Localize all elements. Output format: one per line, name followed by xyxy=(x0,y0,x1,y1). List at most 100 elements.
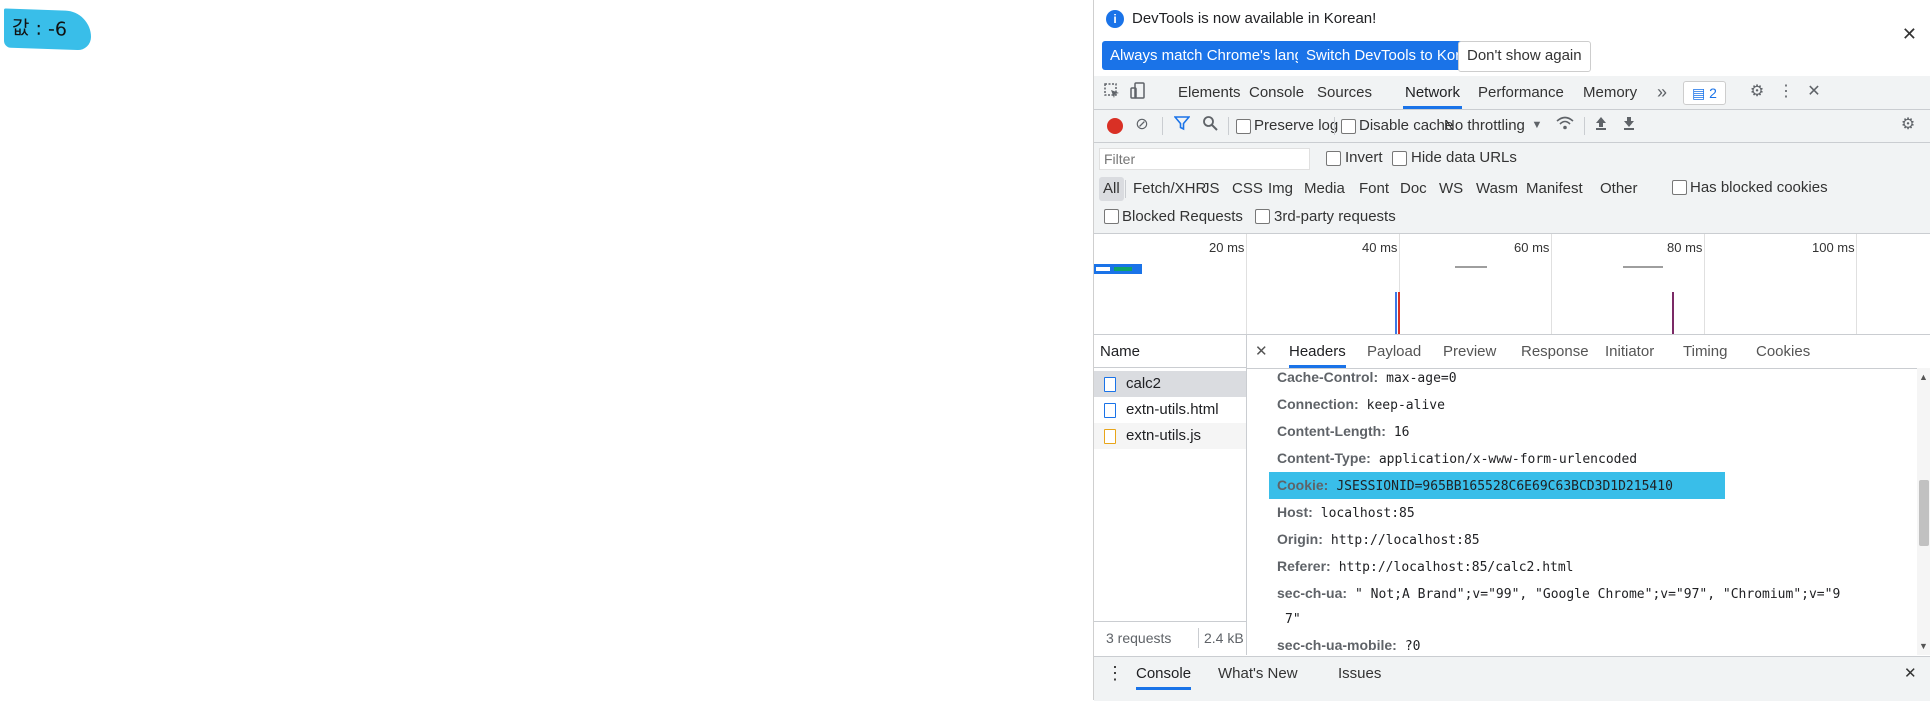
kebab-menu-icon[interactable]: ⋮ xyxy=(1776,82,1796,102)
timeline-tick-label: 40 ms xyxy=(1362,240,1398,255)
invert-label: Invert xyxy=(1345,149,1383,166)
preserve-log-checkbox[interactable] xyxy=(1236,119,1251,134)
blocked-requests-checkbox[interactable] xyxy=(1104,209,1119,224)
network-settings-gear-icon[interactable]: ⚙ xyxy=(1898,115,1918,135)
request-details: ✕ Headers Payload Preview Response Initi… xyxy=(1247,335,1930,655)
timeline-request-bar xyxy=(1114,267,1132,271)
header-row: Connection: keep-alive xyxy=(1277,396,1445,413)
disable-cache-checkbox[interactable] xyxy=(1341,119,1356,134)
close-icon[interactable]: ✕ xyxy=(1902,24,1917,45)
info-icon: i xyxy=(1106,10,1124,28)
toolbar-separator xyxy=(1228,117,1229,135)
timeline-request-bar xyxy=(1623,266,1663,268)
tab-timing[interactable]: Timing xyxy=(1683,335,1727,368)
filter-type-wasm[interactable]: Wasm xyxy=(1472,177,1522,201)
network-conditions-icon[interactable] xyxy=(1555,115,1575,135)
import-har-icon[interactable] xyxy=(1591,115,1611,135)
filter-type-img[interactable]: Img xyxy=(1264,177,1297,201)
transferred-size: 2.4 kB xyxy=(1204,630,1244,646)
tab-sources[interactable]: Sources xyxy=(1315,76,1374,109)
record-icon[interactable] xyxy=(1107,118,1123,134)
status-separator xyxy=(1198,628,1199,648)
close-details-icon[interactable]: ✕ xyxy=(1255,335,1268,368)
tab-memory[interactable]: Memory xyxy=(1581,76,1639,109)
timeline-gridline xyxy=(1246,234,1247,334)
device-toolbar-icon[interactable] xyxy=(1128,82,1148,102)
filter-type-doc[interactable]: Doc xyxy=(1396,177,1431,201)
request-count: 3 requests xyxy=(1106,630,1172,646)
more-tabs-icon[interactable]: » xyxy=(1652,82,1672,102)
banner-message: DevTools is now available in Korean! xyxy=(1132,10,1377,27)
scroll-up-icon[interactable]: ▲ xyxy=(1919,372,1928,382)
header-row: Content-Length: 16 xyxy=(1277,423,1410,440)
clear-icon[interactable]: ⊘ xyxy=(1132,115,1152,135)
drawer-tab-whats-new[interactable]: What's New xyxy=(1218,657,1298,690)
timeline-tick-label: 80 ms xyxy=(1667,240,1703,255)
export-har-icon[interactable] xyxy=(1619,115,1639,135)
throttling-select[interactable]: No throttling xyxy=(1444,117,1525,134)
tab-cookies[interactable]: Cookies xyxy=(1756,335,1810,368)
document-icon xyxy=(1104,377,1116,392)
timeline-gridline xyxy=(1856,234,1857,334)
filter-type-media[interactable]: Media xyxy=(1300,177,1349,201)
filter-type-other[interactable]: Other xyxy=(1596,177,1642,201)
preserve-log-label: Preserve log xyxy=(1254,117,1339,134)
details-scrollbar[interactable]: ▲ ▼ xyxy=(1917,368,1930,655)
cookie-header-row: Cookie: JSESSIONID=965BB165528C6E69C63BCD… xyxy=(1269,472,1725,499)
filter-icon[interactable] xyxy=(1172,115,1192,135)
filter-type-manifest[interactable]: Manifest xyxy=(1522,177,1587,201)
third-party-checkbox[interactable] xyxy=(1255,209,1270,224)
web-page: 값 : -6 xyxy=(0,0,1093,700)
third-party-label: 3rd-party requests xyxy=(1274,208,1396,225)
tab-network[interactable]: Network xyxy=(1403,76,1463,109)
tab-response[interactable]: Response xyxy=(1521,335,1589,368)
scrollbar-thumb[interactable] xyxy=(1919,480,1929,546)
drawer-tab-console[interactable]: Console xyxy=(1136,657,1192,690)
has-blocked-cookies-checkbox[interactable] xyxy=(1672,180,1687,195)
language-banner: i DevTools is now available in Korean! ✕… xyxy=(1094,0,1930,72)
request-row[interactable]: extn-utils.js xyxy=(1094,423,1246,449)
dont-show-again-button[interactable]: Don't show again xyxy=(1458,41,1591,72)
drawer-menu-icon[interactable]: ⋮ xyxy=(1106,657,1124,690)
timeline-request-bar xyxy=(1096,267,1110,271)
name-column-header[interactable]: Name xyxy=(1094,335,1246,368)
filter-separator xyxy=(1125,180,1126,198)
timeline-request-bar xyxy=(1455,266,1487,268)
filter-bar: Filter Invert Hide data URLs All Fetch/X… xyxy=(1094,143,1930,234)
header-row: Referer: http://localhost:85/calc2.html xyxy=(1277,558,1574,575)
hide-data-urls-label: Hide data URLs xyxy=(1411,149,1517,166)
timeline-load-line xyxy=(1398,292,1400,334)
network-overview-timeline[interactable]: 20 ms 40 ms 60 ms 80 ms 100 ms xyxy=(1094,234,1930,335)
request-row[interactable]: calc2 xyxy=(1094,371,1246,397)
filter-type-ws[interactable]: WS xyxy=(1435,177,1467,201)
devtools-tabbar: Elements Console Sources Network Perform… xyxy=(1094,76,1930,110)
close-drawer-icon[interactable]: ✕ xyxy=(1904,657,1917,690)
header-row: Origin: http://localhost:85 xyxy=(1277,531,1480,548)
filter-type-js[interactable]: JS xyxy=(1198,177,1224,201)
request-row[interactable]: extn-utils.html xyxy=(1094,397,1246,423)
issues-badge[interactable]: ▤ 2 xyxy=(1683,81,1726,105)
invert-checkbox[interactable] xyxy=(1326,151,1341,166)
result-value-text: 값 : -6 xyxy=(4,8,91,51)
chevron-down-icon[interactable]: ▼ xyxy=(1527,115,1547,135)
hide-data-urls-checkbox[interactable] xyxy=(1392,151,1407,166)
inspect-element-icon[interactable] xyxy=(1102,82,1122,102)
gear-icon[interactable]: ⚙ xyxy=(1747,82,1767,102)
filter-type-css[interactable]: CSS xyxy=(1228,177,1267,201)
filter-type-font[interactable]: Font xyxy=(1355,177,1393,201)
tab-performance[interactable]: Performance xyxy=(1476,76,1566,109)
timeline-marker-line xyxy=(1672,292,1674,334)
tab-initiator[interactable]: Initiator xyxy=(1605,335,1654,368)
close-devtools-icon[interactable]: ✕ xyxy=(1804,82,1824,102)
header-row: Content-Type: application/x-www-form-urle… xyxy=(1277,450,1638,467)
scroll-down-icon[interactable]: ▼ xyxy=(1919,641,1928,651)
search-icon[interactable] xyxy=(1200,115,1220,135)
has-blocked-cookies-label: Has blocked cookies xyxy=(1690,179,1828,196)
filter-input[interactable]: Filter xyxy=(1099,148,1310,170)
tab-elements[interactable]: Elements xyxy=(1176,76,1243,109)
header-row: Cache-Control: max-age=0 xyxy=(1277,369,1457,386)
blocked-requests-label: Blocked Requests xyxy=(1122,208,1243,225)
filter-type-all[interactable]: All xyxy=(1099,177,1124,201)
drawer-tab-issues[interactable]: Issues xyxy=(1338,657,1381,690)
tab-console[interactable]: Console xyxy=(1247,76,1306,109)
